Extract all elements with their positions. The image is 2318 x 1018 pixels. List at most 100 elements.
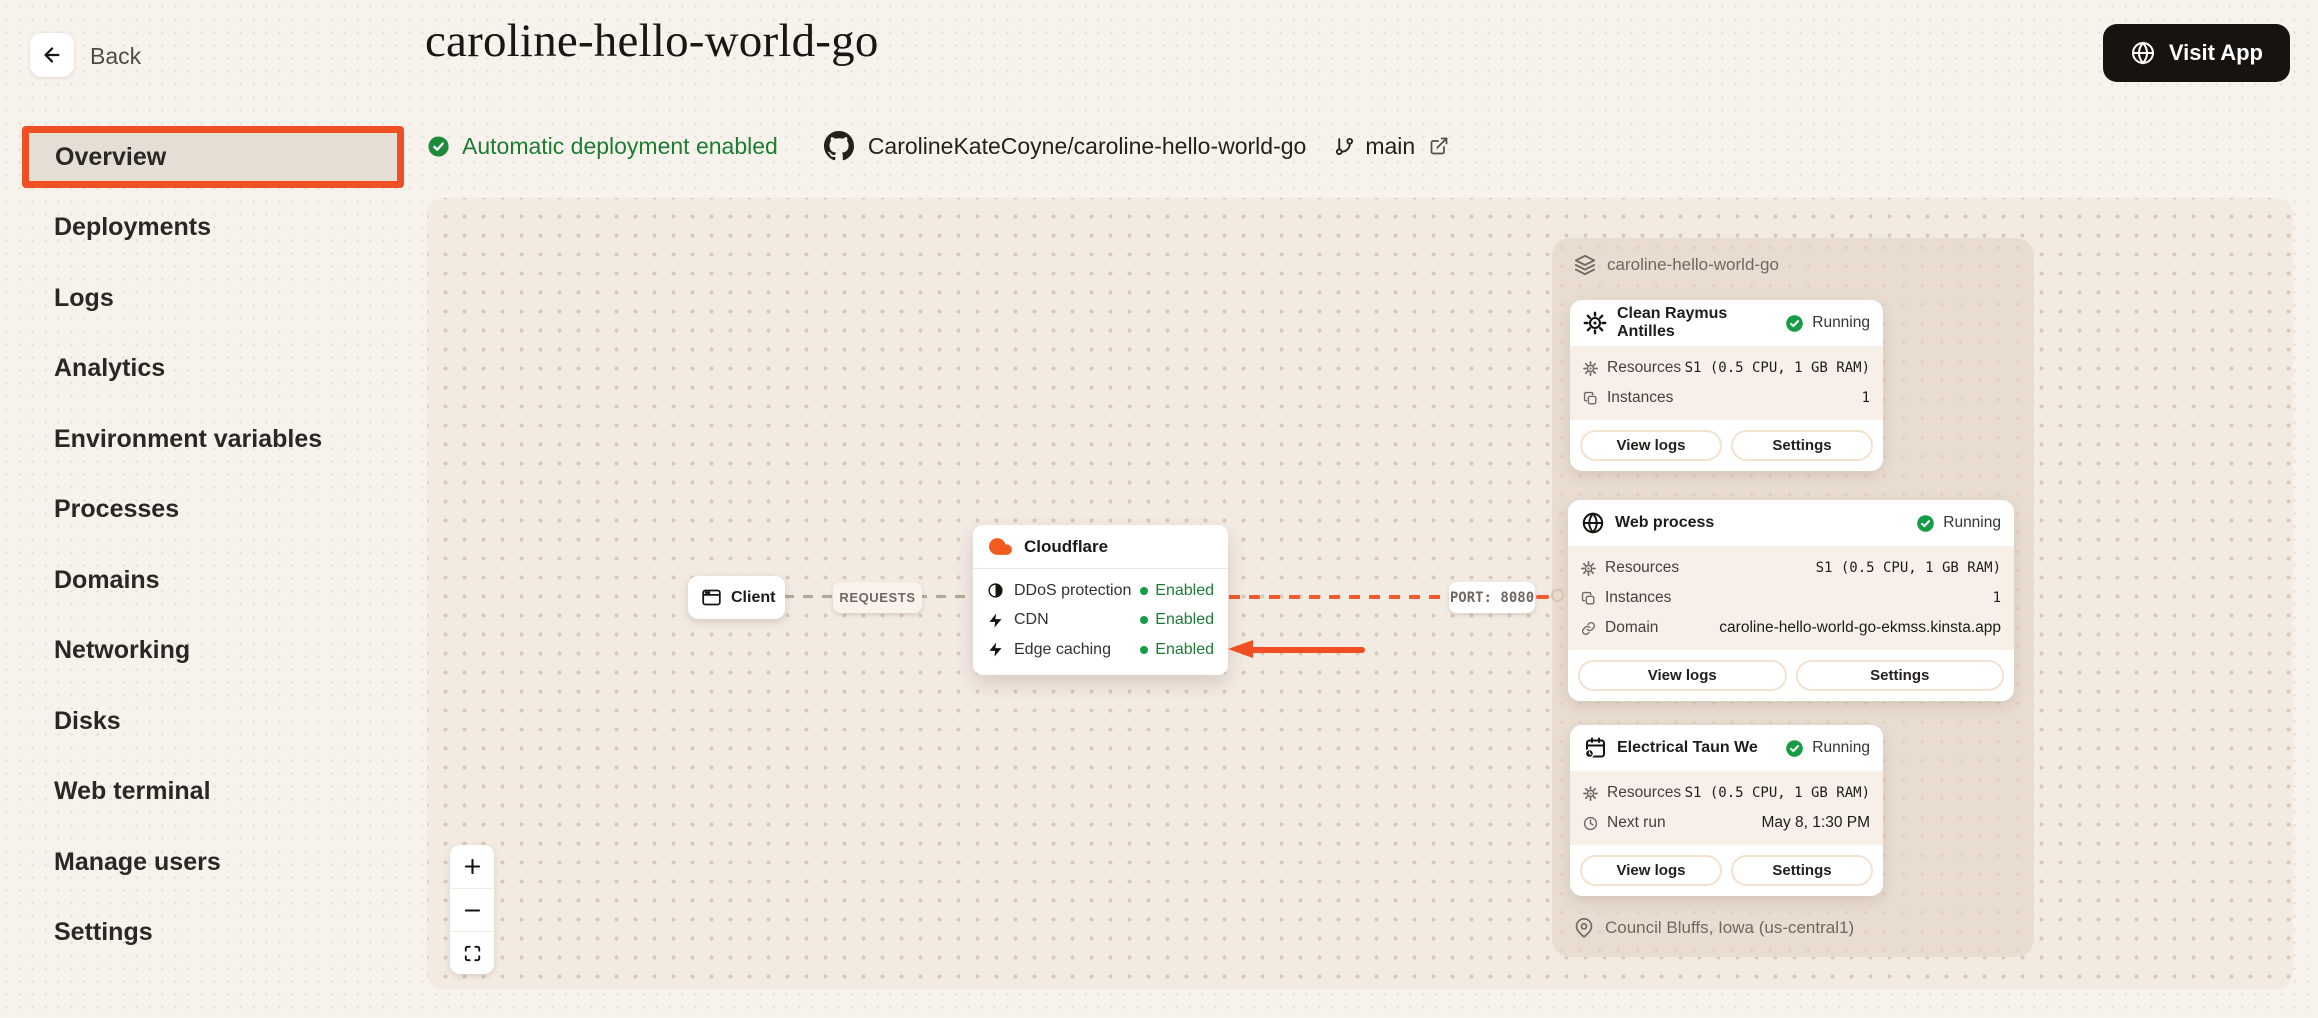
sidebar-item-processes[interactable]: Processes bbox=[0, 475, 412, 546]
sidebar-item-label: Logs bbox=[54, 284, 114, 313]
sidebar-nav: Overview Deployments Logs Analytics Envi… bbox=[0, 122, 412, 968]
sidebar-item-overview[interactable]: Overview bbox=[0, 122, 412, 193]
sidebar-item-label: Deployments bbox=[54, 213, 211, 242]
branch-link[interactable]: main bbox=[1334, 133, 1449, 160]
layers-icon bbox=[1574, 254, 1596, 276]
row-value: S1 (0.5 CPU, 1 GB RAM) bbox=[1685, 785, 1870, 801]
auto-deploy-label: Automatic deployment enabled bbox=[462, 133, 778, 160]
row-value: 1 bbox=[1993, 590, 2001, 606]
status-bar: Automatic deployment enabled CarolineKat… bbox=[427, 128, 1449, 164]
client-node[interactable]: Client bbox=[688, 576, 785, 619]
globe-icon bbox=[2130, 40, 2156, 66]
status-dot bbox=[1140, 616, 1148, 624]
sidebar-item-label: Settings bbox=[54, 918, 153, 947]
zoom-in-button[interactable] bbox=[450, 845, 494, 888]
cloudflare-card[interactable]: Cloudflare DDoS protection Enabled CDN E… bbox=[973, 525, 1228, 675]
fit-view-button[interactable] bbox=[450, 931, 494, 974]
repo-link[interactable]: CarolineKateCoyne/caroline-hello-world-g… bbox=[824, 131, 1307, 161]
minus-icon bbox=[462, 900, 483, 921]
status-text: Running bbox=[1812, 739, 1870, 757]
deployment-diagram-canvas[interactable]: Client REQUESTS PORT: 8080 Cloudflare DD… bbox=[427, 198, 2293, 989]
cloudflare-cloud-icon bbox=[988, 534, 1013, 559]
sidebar-item-manage-users[interactable]: Manage users bbox=[0, 827, 412, 898]
feature-label: Edge caching bbox=[1014, 641, 1111, 659]
settings-button[interactable]: Settings bbox=[1796, 660, 2005, 691]
annotation-rectangle: Overview bbox=[22, 126, 404, 188]
sidebar-item-deployments[interactable]: Deployments bbox=[0, 193, 412, 264]
clock-icon bbox=[1583, 816, 1598, 831]
gear-small-icon bbox=[1581, 561, 1596, 576]
connection-line-port-panel bbox=[1536, 595, 1549, 599]
sidebar-item-label: Web terminal bbox=[54, 777, 211, 806]
feature-status: Enabled bbox=[1140, 641, 1214, 659]
sidebar-item-label: Environment variables bbox=[54, 425, 322, 454]
status-text: Enabled bbox=[1155, 641, 1214, 659]
status-text: Running bbox=[1812, 314, 1870, 332]
datacenter-location: Council Bluffs, Iowa (us-central1) bbox=[1574, 918, 1854, 938]
sidebar-item-web-terminal[interactable]: Web terminal bbox=[0, 757, 412, 828]
back-label[interactable]: Back bbox=[90, 43, 141, 70]
feature-status: Enabled bbox=[1140, 582, 1214, 600]
sidebar-item-environment-variables[interactable]: Environment variables bbox=[0, 404, 412, 475]
process-card-footer: View logs Settings bbox=[1570, 420, 1883, 471]
process-card-web: Web process Running Resources S1 (0.5 CP… bbox=[1568, 500, 2014, 701]
sidebar-item-settings[interactable]: Settings bbox=[0, 898, 412, 969]
sidebar-item-domains[interactable]: Domains bbox=[0, 545, 412, 616]
visit-app-button[interactable]: Visit App bbox=[2103, 24, 2290, 82]
globe-icon bbox=[1581, 511, 1605, 535]
row-label: Domain bbox=[1605, 619, 1658, 637]
connection-line-cloudflare-port bbox=[1229, 595, 1450, 599]
git-branch-icon bbox=[1334, 136, 1355, 157]
status-badge: Running bbox=[1785, 739, 1870, 758]
app-root: Back caroline-hello-world-go Visit App A… bbox=[0, 0, 2318, 1018]
link-icon bbox=[1581, 621, 1596, 636]
gear-small-icon bbox=[1583, 361, 1598, 376]
view-logs-button[interactable]: View logs bbox=[1578, 660, 1787, 691]
settings-button[interactable]: Settings bbox=[1731, 430, 1873, 461]
instances-row: Instances 1 bbox=[1581, 583, 2001, 613]
instances-row: Instances 1 bbox=[1583, 383, 1870, 413]
check-circle-icon bbox=[1785, 739, 1804, 758]
row-value: S1 (0.5 CPU, 1 GB RAM) bbox=[1685, 360, 1870, 376]
back-button[interactable] bbox=[30, 33, 74, 77]
panel-title: caroline-hello-world-go bbox=[1607, 255, 1779, 275]
cloudflare-row-edge-caching: Edge caching Enabled bbox=[987, 635, 1214, 665]
process-card-body: Resources S1 (0.5 CPU, 1 GB RAM) Instanc… bbox=[1570, 346, 1883, 420]
process-card-body: Resources S1 (0.5 CPU, 1 GB RAM) Instanc… bbox=[1568, 546, 2014, 650]
sidebar-item-analytics[interactable]: Analytics bbox=[0, 334, 412, 405]
process-title: Electrical Taun We bbox=[1617, 739, 1758, 757]
cloudflare-row-ddos: DDoS protection Enabled bbox=[987, 576, 1214, 606]
status-badge: Running bbox=[1785, 314, 1870, 333]
instances-icon bbox=[1581, 591, 1596, 606]
process-card-footer: View logs Settings bbox=[1570, 845, 1883, 896]
browser-window-icon bbox=[701, 587, 722, 608]
feature-status: Enabled bbox=[1140, 611, 1214, 629]
view-logs-button[interactable]: View logs bbox=[1580, 855, 1722, 886]
row-value: May 8, 1:30 PM bbox=[1761, 814, 1870, 832]
lightning-icon bbox=[987, 641, 1004, 658]
view-logs-button[interactable]: View logs bbox=[1580, 430, 1722, 461]
resources-row: Resources S1 (0.5 CPU, 1 GB RAM) bbox=[1583, 353, 1870, 383]
page-title: caroline-hello-world-go bbox=[425, 14, 879, 68]
process-card-header: Clean Raymus Antilles Running bbox=[1570, 300, 1883, 346]
sidebar-item-disks[interactable]: Disks bbox=[0, 686, 412, 757]
sidebar-item-networking[interactable]: Networking bbox=[0, 616, 412, 687]
sidebar-item-label: Networking bbox=[54, 636, 190, 665]
check-circle-icon bbox=[1916, 514, 1935, 533]
feature-label: CDN bbox=[1014, 611, 1049, 629]
status-badge: Running bbox=[1916, 514, 2001, 533]
settings-button[interactable]: Settings bbox=[1731, 855, 1873, 886]
sidebar-item-label: Overview bbox=[55, 143, 166, 172]
resources-row: Resources S1 (0.5 CPU, 1 GB RAM) bbox=[1581, 553, 2001, 583]
zoom-out-button[interactable] bbox=[450, 888, 494, 931]
requests-label: REQUESTS bbox=[833, 582, 922, 613]
arrow-left-icon bbox=[41, 44, 63, 66]
process-card-header: Electrical Taun We Running bbox=[1570, 725, 1883, 771]
domain-row: Domain caroline-hello-world-go-ekmss.kin… bbox=[1581, 613, 2001, 643]
cloudflare-title: Cloudflare bbox=[1024, 537, 1108, 557]
visit-app-label: Visit App bbox=[2169, 40, 2263, 66]
sidebar-item-logs[interactable]: Logs bbox=[0, 263, 412, 334]
row-label: Resources bbox=[1607, 784, 1681, 802]
process-title: Clean Raymus Antilles bbox=[1617, 305, 1775, 341]
external-link-icon[interactable] bbox=[1429, 136, 1449, 156]
